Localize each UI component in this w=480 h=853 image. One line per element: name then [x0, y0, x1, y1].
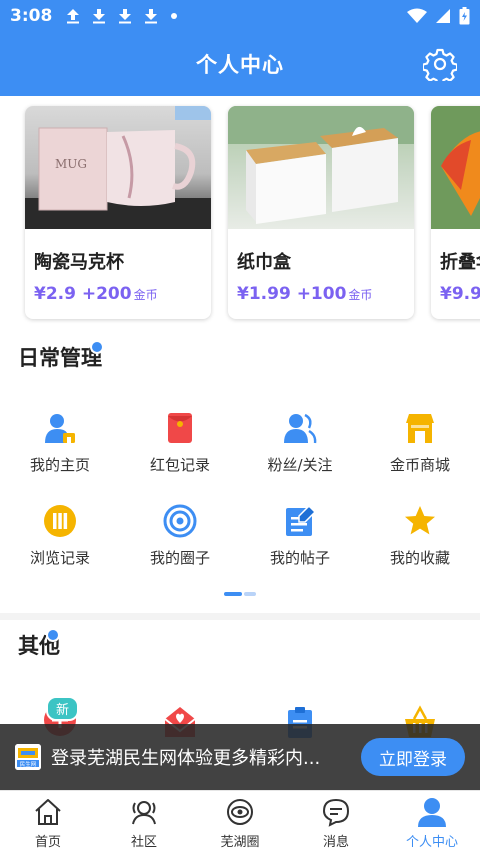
star-icon	[402, 503, 438, 539]
product-card[interactable]: 纸巾盒 ¥1.99 +100 金币	[228, 106, 414, 319]
product-image-tissue-box	[228, 106, 414, 229]
tab-label: 消息	[322, 835, 349, 850]
product-image-mug: MUG	[25, 106, 211, 229]
settings-button[interactable]	[422, 46, 458, 82]
product-price-value: ¥1.99 +100	[237, 284, 347, 304]
menu-item-my-favorites[interactable]: 我的收藏	[360, 503, 480, 568]
login-prompt-banner[interactable]: 民生网 登录芜湖民生网体验更多精彩内... 立即登录	[0, 724, 480, 790]
download-icon	[145, 9, 158, 24]
product-card[interactable]: 折叠伞 ¥9.9	[431, 106, 480, 319]
menu-item-label: 粉丝/关注	[267, 456, 333, 474]
menu-item-label: 我的帖子	[269, 549, 330, 567]
dot-icon	[171, 13, 178, 19]
user-home-icon	[42, 410, 78, 446]
product-price: ¥9.9	[440, 284, 480, 304]
tab-label: 首页	[34, 835, 61, 850]
profile-icon	[416, 796, 448, 828]
product-price-value: ¥2.9 +200	[34, 284, 132, 304]
menu-item-label: 我的圈子	[149, 549, 210, 567]
menu-item-label: 金币商城	[389, 456, 450, 474]
product-price-unit: 金币	[348, 288, 373, 302]
product-name: 折叠伞	[440, 252, 480, 273]
tab-label: 个人中心	[405, 835, 458, 850]
status-time: 3:08	[10, 6, 53, 26]
product-card[interactable]: MUG 陶瓷马克杯 ¥2.9 +200 金币	[25, 106, 211, 319]
wuhu-circle-icon	[224, 796, 256, 828]
menu-item-my-circle[interactable]: 我的圈子	[120, 503, 240, 568]
app-logo-text: 民生网	[20, 760, 37, 768]
menu-item-label: 我的主页	[29, 456, 90, 474]
new-badge: 新	[46, 696, 80, 721]
notification-icons	[66, 8, 178, 24]
menu-item-browse-history[interactable]: 浏览记录	[0, 503, 120, 568]
status-bar: 3:08	[0, 0, 480, 32]
tab-label: 社区	[130, 835, 157, 850]
notification-dot	[90, 340, 104, 354]
download-icon	[119, 9, 132, 24]
page-title: 个人中心	[196, 53, 284, 77]
download-icon	[93, 9, 106, 24]
circle-icon	[162, 503, 198, 539]
tab-messages[interactable]: 消息	[288, 791, 384, 853]
product-price-value: ¥9.9	[440, 284, 480, 304]
tab-label: 芜湖圈	[220, 835, 260, 850]
fans-icon	[282, 410, 318, 446]
red-envelope-icon	[162, 410, 198, 446]
shop-icon	[402, 410, 438, 446]
menu-item-my-homepage[interactable]: 我的主页	[0, 410, 120, 475]
tab-home[interactable]: 首页	[0, 791, 96, 853]
gear-icon	[423, 48, 457, 81]
post-icon	[282, 503, 318, 539]
product-price: ¥1.99 +100 金币	[237, 284, 372, 304]
upload-icon	[67, 9, 80, 24]
app-header: 个人中心	[0, 32, 480, 96]
app-logo: 民生网	[15, 744, 41, 770]
product-name: 纸巾盒	[237, 252, 291, 273]
login-button[interactable]: 立即登录	[361, 738, 465, 776]
wifi-icon	[407, 8, 427, 23]
login-prompt-text: 登录芜湖民生网体验更多精彩内...	[51, 748, 321, 769]
product-carousel[interactable]: MUG 陶瓷马克杯 ¥2.9 +200 金币 纸巾盒 ¥1.99 +100 金币…	[0, 96, 480, 330]
menu-item-label: 红包记录	[149, 456, 210, 474]
system-icons	[407, 7, 470, 25]
product-image-umbrella	[431, 106, 480, 229]
menu-item-label: 我的收藏	[389, 549, 450, 567]
notification-dot	[46, 628, 60, 642]
product-price: ¥2.9 +200 金币	[34, 284, 158, 304]
product-price-unit: 金币	[133, 288, 158, 302]
tab-profile[interactable]: 个人中心	[384, 791, 480, 853]
signal-icon	[436, 9, 450, 23]
daily-management-section: 日常管理 我的主页 红包记录 粉丝/关注 金币商城 浏览记录 我的圈子 我的帖子…	[0, 330, 480, 613]
tab-wuhu-circle[interactable]: 芜湖圈	[192, 791, 288, 853]
mug-box-text: MUG	[55, 157, 87, 171]
menu-item-coin-mall[interactable]: 金币商城	[360, 410, 480, 475]
menu-item-red-envelope[interactable]: 红包记录	[120, 410, 240, 475]
page-indicator	[224, 592, 256, 596]
history-icon	[42, 503, 78, 539]
community-icon	[128, 796, 160, 828]
menu-item-label: 浏览记录	[29, 549, 90, 567]
menu-item-fans-follow[interactable]: 粉丝/关注	[240, 410, 360, 475]
message-icon	[320, 796, 352, 828]
menu-item-my-posts[interactable]: 我的帖子	[240, 503, 360, 568]
bottom-tab-bar: 首页 社区 芜湖圈 消息 个人中心	[0, 790, 480, 853]
product-name: 陶瓷马克杯	[34, 252, 124, 273]
tab-community[interactable]: 社区	[96, 791, 192, 853]
home-icon	[32, 796, 64, 828]
battery-icon	[459, 7, 470, 25]
